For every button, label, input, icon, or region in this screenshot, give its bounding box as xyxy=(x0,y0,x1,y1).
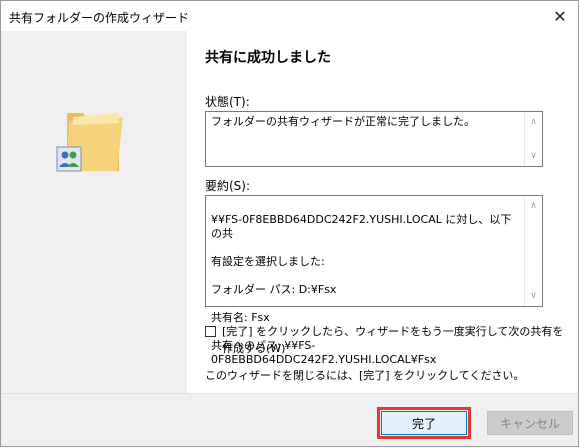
title-bar: 共有フォルダーの作成ウィザード ✕ xyxy=(1,1,578,31)
folder-icon xyxy=(56,113,123,172)
wizard-content: 共有に成功しました 状態(T): フォルダーの共有ウィザードが正常に完了しました… xyxy=(187,31,578,393)
cancel-button[interactable]: キャンセル xyxy=(487,411,573,435)
button-bar: 完了 キャンセル xyxy=(1,393,578,446)
status-scrollbar[interactable]: ∧ ∨ xyxy=(524,112,542,166)
scroll-up-icon[interactable]: ∧ xyxy=(525,114,542,130)
users-icon xyxy=(56,146,82,172)
close-icon: ✕ xyxy=(553,6,567,26)
close-instruction: このウィザードを閉じるには、[完了] をクリックしてください。 xyxy=(205,369,525,382)
page-title: 共有に成功しました xyxy=(205,50,331,66)
summary-label: 要約(S): xyxy=(205,179,251,193)
scroll-down-icon[interactable]: ∨ xyxy=(525,288,542,304)
scroll-up-icon[interactable]: ∧ xyxy=(525,198,542,214)
finish-button[interactable]: 完了 xyxy=(377,407,471,439)
wizard-side-panel xyxy=(1,31,187,393)
wizard-window: 共有フォルダーの作成ウィザード ✕ 共有に成功しました 状態(T): フォルダー… xyxy=(0,0,579,447)
window-title: 共有フォルダーの作成ウィザード xyxy=(9,11,190,25)
status-textbox[interactable]: フォルダーの共有ウィザードが正常に完了しました。 ∧ ∨ xyxy=(205,111,543,167)
close-button[interactable]: ✕ xyxy=(542,1,578,31)
scroll-down-icon[interactable]: ∨ xyxy=(525,148,542,164)
summary-textbox[interactable]: ¥¥FS-0F8EBBD64DDC242F2.YUSHI.LOCAL に対し、以… xyxy=(205,195,543,366)
summary-scrollbar[interactable]: ∧ ∨ xyxy=(524,196,542,306)
status-label: 状態(T): xyxy=(205,95,250,109)
summary-line: 有設定を選択しました: xyxy=(211,255,325,268)
run-again-checkbox[interactable] xyxy=(205,326,216,337)
summary-line: ¥¥FS-0F8EBBD64DDC242F2.YUSHI.LOCAL に対し、以… xyxy=(211,213,512,240)
summary-line: フォルダー パス: D:¥Fsx xyxy=(211,283,337,296)
run-again-label[interactable]: [完了] をクリックしたら、ウィザードをもう一度実行して次の共有を作成する(W) xyxy=(222,323,567,357)
status-text: フォルダーの共有ウィザードが正常に完了しました。 xyxy=(211,115,475,128)
